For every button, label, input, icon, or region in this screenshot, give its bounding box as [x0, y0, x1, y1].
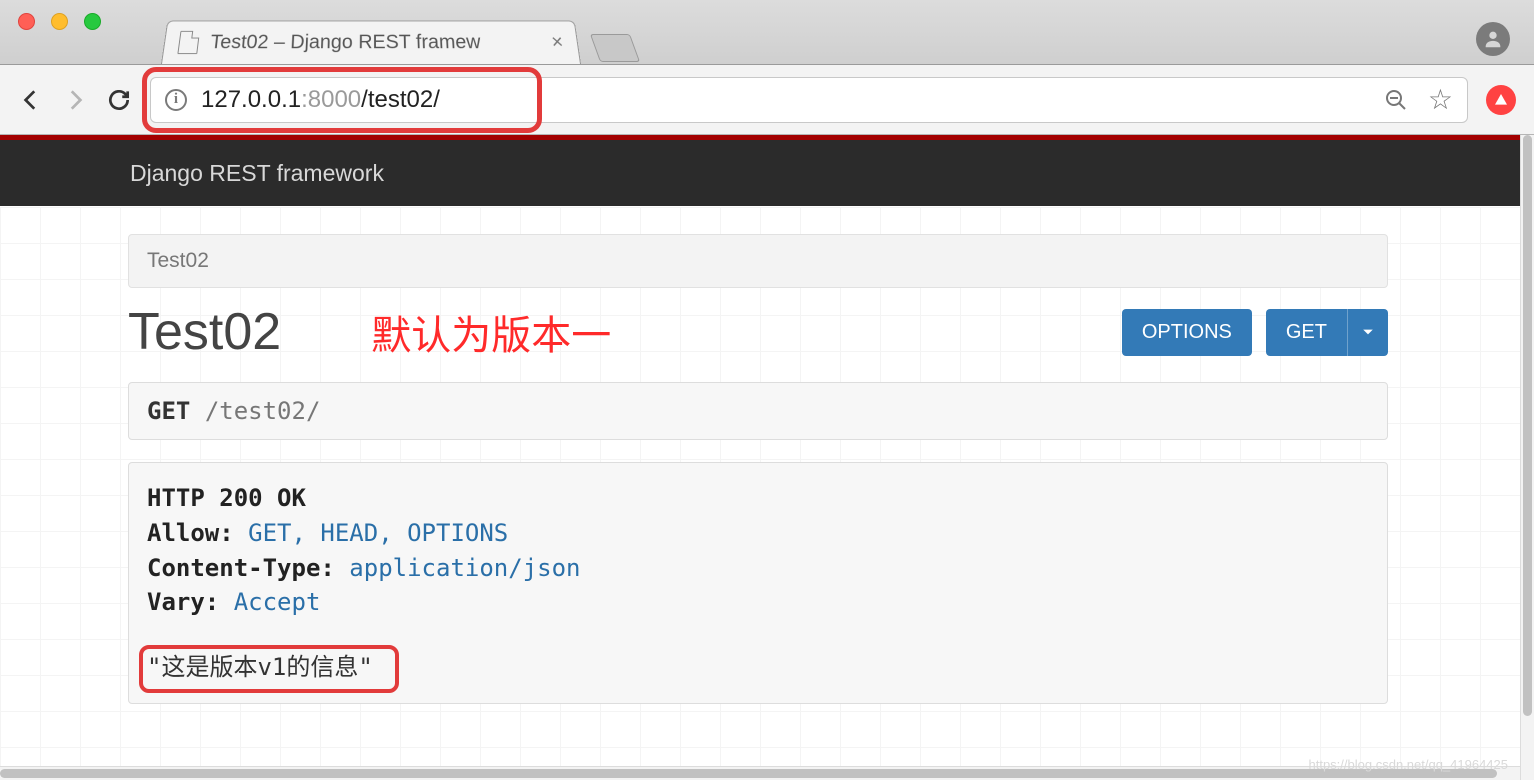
status-line: HTTP 200 OK	[147, 484, 306, 512]
content-container: Test02 Test02 默认为版本一 OPTIONS GET GET	[128, 234, 1388, 704]
header-val-1: application/json	[349, 554, 580, 582]
brand-link[interactable]: Django REST framework	[130, 160, 384, 187]
horizontal-scrollbar[interactable]	[0, 766, 1520, 780]
page-title: Test02	[128, 302, 281, 362]
new-tab-button[interactable]	[590, 34, 640, 62]
breadcrumb-item[interactable]: Test02	[147, 249, 209, 272]
close-tab-icon[interactable]: ×	[550, 31, 564, 53]
get-button[interactable]: GET	[1266, 309, 1388, 356]
window-controls	[18, 0, 101, 64]
browser-tab[interactable]: Test02 – Django REST framew ×	[161, 20, 581, 64]
page-icon	[177, 31, 200, 54]
header-key-0: Allow:	[147, 519, 234, 547]
request-method: GET	[147, 397, 190, 425]
reload-button[interactable]	[106, 87, 132, 113]
header-val-0: GET, HEAD, OPTIONS	[248, 519, 508, 547]
site-header: Django REST framework	[0, 140, 1520, 206]
bookmark-star-icon[interactable]: ☆	[1428, 83, 1453, 116]
options-button[interactable]: OPTIONS	[1122, 309, 1252, 356]
back-button[interactable]	[18, 87, 44, 113]
page-viewport: Django REST framework Test02 Test02 默认为版…	[0, 135, 1534, 780]
header-key-1: Content-Type:	[147, 554, 335, 582]
vertical-scrollbar[interactable]	[1520, 135, 1534, 780]
action-buttons: OPTIONS GET	[1122, 309, 1388, 356]
request-box: GET /test02/	[128, 382, 1388, 440]
vertical-scroll-thumb[interactable]	[1523, 135, 1532, 716]
maximize-window-button[interactable]	[84, 13, 101, 30]
forward-button[interactable]	[62, 87, 88, 113]
zoom-out-icon[interactable]	[1384, 88, 1408, 112]
response-box: HTTP 200 OK Allow: GET, HEAD, OPTIONS Co…	[128, 462, 1388, 704]
response-body: "这是版本v1的信息"	[147, 650, 373, 685]
get-dropdown-caret[interactable]	[1347, 309, 1388, 356]
url-host: 127.0.0.1	[201, 86, 301, 114]
close-window-button[interactable]	[18, 13, 35, 30]
title-row: Test02 默认为版本一 OPTIONS GET	[128, 302, 1388, 362]
minimize-window-button[interactable]	[51, 13, 68, 30]
url-port: :8000	[301, 86, 361, 114]
omnibox-actions: ☆	[1384, 83, 1453, 116]
get-button-label: GET	[1266, 309, 1347, 356]
address-bar[interactable]: i 127.0.0.1:8000/test02/ ☆	[150, 77, 1468, 123]
horizontal-scroll-thumb[interactable]	[0, 769, 1497, 778]
tab-strip: Test02 – Django REST framew ×	[0, 0, 1534, 65]
url-path: /test02/	[361, 86, 440, 114]
breadcrumb: Test02	[128, 234, 1388, 288]
chevron-down-icon	[1362, 326, 1374, 338]
header-val-2: Accept	[234, 588, 321, 616]
address-bar-wrap: i 127.0.0.1:8000/test02/ ☆	[150, 77, 1468, 123]
site-info-icon[interactable]: i	[165, 89, 187, 111]
header-key-2: Vary:	[147, 588, 219, 616]
toolbar: i 127.0.0.1:8000/test02/ ☆	[0, 65, 1534, 135]
tab-title: Test02 – Django REST framew	[209, 31, 481, 53]
extension-icon[interactable]	[1486, 85, 1516, 115]
annotation-text: 默认为版本一	[371, 303, 611, 361]
request-path: /test02/	[205, 397, 321, 425]
profile-avatar[interactable]	[1476, 22, 1510, 56]
